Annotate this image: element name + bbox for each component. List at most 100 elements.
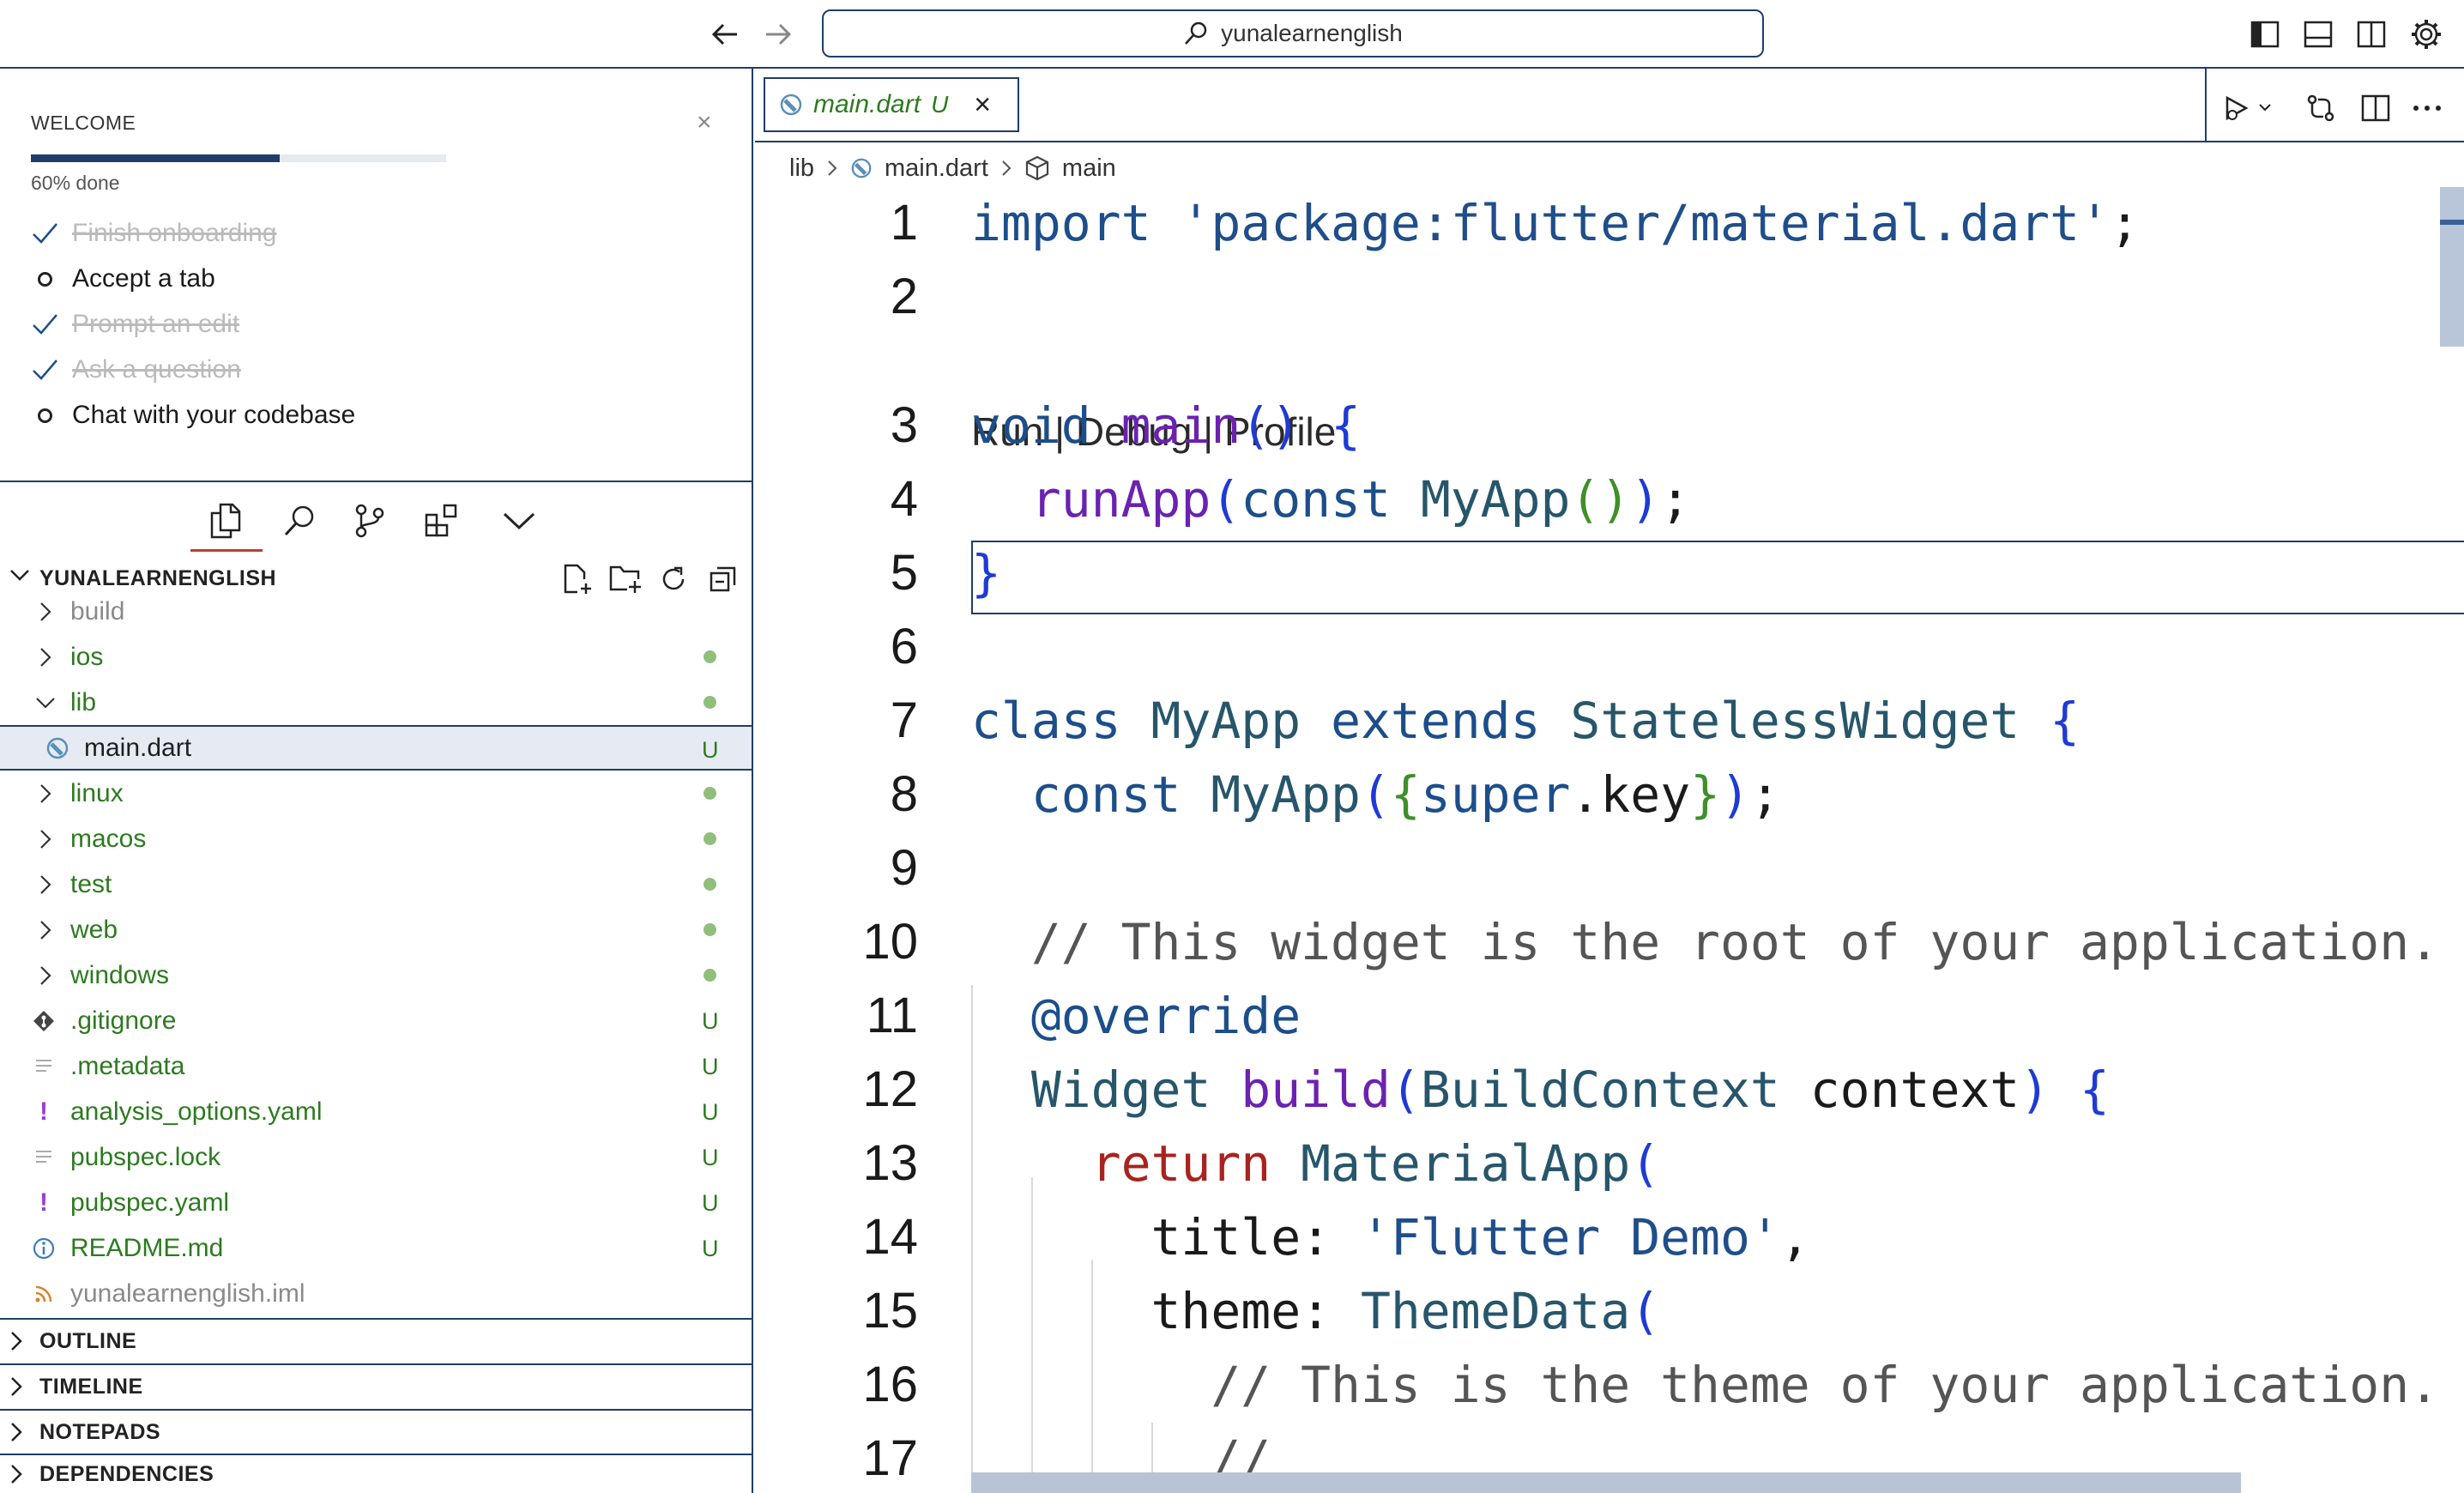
check-icon	[31, 356, 58, 384]
lines-file-icon	[31, 1054, 57, 1079]
task-label: Prompt an edit	[72, 310, 240, 338]
tree-item-label: README.md	[70, 1233, 224, 1262]
tree-item-linux[interactable]: linux	[0, 771, 752, 816]
task-label: Ask a question	[72, 355, 241, 384]
task-chat-codebase[interactable]: Chat with your codebase	[31, 398, 355, 432]
search-icon[interactable]	[278, 499, 321, 542]
tree-item-macos[interactable]: macos	[0, 816, 752, 861]
panel-notepads[interactable]: NOTEPADS	[0, 1409, 752, 1454]
tab-main-dart[interactable]: main.dart U ×	[764, 77, 1019, 132]
tree-item-pubspec-yaml[interactable]: ! pubspec.yaml U	[0, 1180, 752, 1225]
settings-gear-icon[interactable]	[2407, 15, 2445, 53]
arrow-left-icon[interactable]	[705, 15, 745, 53]
line-number: 6	[890, 619, 918, 674]
chevron-right-icon	[34, 919, 57, 941]
explorer-title: YUNALEARNENGLISH	[39, 566, 277, 590]
source-control-icon[interactable]	[348, 499, 391, 542]
tree-item--metadata[interactable]: .metadata U	[0, 1043, 752, 1089]
tree-item-windows[interactable]: windows	[0, 952, 752, 998]
code-line: }	[971, 544, 1001, 602]
git-modified-dot	[704, 696, 716, 709]
code-line: title: 'Flutter Demo',	[1150, 1208, 1810, 1266]
scrollbar-thumb[interactable]	[2440, 187, 2464, 347]
tree-item-test[interactable]: test	[0, 861, 752, 907]
toggle-secondary-sidebar-icon[interactable]	[2352, 15, 2390, 53]
code-line: // This widget is the root of your appli…	[971, 913, 2440, 971]
file-tree: build ios lib main.dart Ulinux macos test web wi…	[0, 589, 752, 1361]
split-editor-icon[interactable]	[2356, 89, 2395, 127]
extensions-icon[interactable]	[420, 499, 463, 542]
toggle-panel-icon[interactable]	[2299, 15, 2337, 53]
chevron-right-icon	[34, 964, 57, 987]
tree-item-yunalearnenglish-iml[interactable]: yunalearnenglish.iml	[0, 1271, 752, 1316]
line-number: 2	[890, 269, 918, 324]
tree-item-label: pubspec.yaml	[70, 1188, 230, 1217]
git-modified-dot	[704, 650, 716, 663]
panel-title: DEPENDENCIES	[39, 1461, 214, 1486]
git-modified-dot	[704, 787, 716, 800]
git-modified-dot	[704, 878, 716, 891]
code-editor[interactable]: Run | Debug | Profile 1 import 'package:f…	[755, 187, 2464, 1493]
breadcrumb-item[interactable]: main.dart	[885, 154, 988, 183]
files-icon[interactable]	[204, 499, 247, 542]
tree-item-analysis-options-yaml[interactable]: ! analysis_options.yaml U	[0, 1089, 752, 1134]
tree-item-web[interactable]: web	[0, 907, 752, 952]
tree-item-pubspec-lock[interactable]: pubspec.lock U	[0, 1134, 752, 1180]
current-line-highlight	[971, 541, 2464, 614]
rss-file-icon	[31, 1281, 57, 1307]
line-number: 11	[866, 988, 918, 1043]
tree-item-ios[interactable]: ios	[0, 634, 752, 680]
chevron-right-icon	[34, 783, 57, 805]
task-accept-tab[interactable]: Accept a tab	[31, 262, 215, 296]
close-icon[interactable]: ×	[974, 88, 991, 122]
close-icon[interactable]: ×	[697, 110, 712, 136]
panel-dependencies[interactable]: DEPENDENCIES	[0, 1454, 752, 1493]
git-untracked-badge: U	[702, 1190, 719, 1216]
command-center-search[interactable]: yunalearnenglish	[822, 9, 1764, 57]
tree-item--gitignore[interactable]: .gitignore U	[0, 998, 752, 1043]
yaml-file-icon: !	[39, 1188, 48, 1217]
git-untracked-badge: U	[702, 1236, 719, 1261]
panel-outline[interactable]: OUTLINE	[0, 1318, 752, 1363]
onboarding-progress-bar	[31, 154, 446, 162]
line-number: 17	[862, 1430, 918, 1486]
breadcrumb-item[interactable]: lib	[789, 154, 814, 183]
tree-item-main-dart[interactable]: main.dart U	[0, 725, 752, 771]
more-actions-icon[interactable]	[2407, 89, 2447, 127]
dart-file-icon	[850, 157, 873, 179]
toggle-sidebar-icon[interactable]	[2246, 15, 2284, 53]
sidebar: WELCOME × 60% done Finish onboarding Acc…	[0, 69, 753, 1493]
scrollbar-cursor-marker	[2440, 220, 2464, 225]
git-untracked-badge: U	[702, 1145, 719, 1170]
chevron-down-icon[interactable]	[498, 499, 541, 542]
tree-item-label: ios	[70, 642, 104, 671]
git-untracked-badge: U	[702, 1054, 719, 1079]
tree-item-readme-md[interactable]: README.md U	[0, 1225, 752, 1271]
tree-item-label: build	[70, 596, 125, 626]
activity-bar	[0, 482, 752, 554]
task-ask-question[interactable]: Ask a question	[31, 353, 241, 387]
git-modified-dot	[704, 923, 716, 936]
compare-changes-icon[interactable]	[2301, 89, 2340, 127]
breadcrumb-item[interactable]: main	[1062, 154, 1116, 183]
tree-item-lib[interactable]: lib	[0, 680, 752, 725]
symbol-method-icon	[1024, 155, 1050, 181]
line-number: 1	[890, 195, 918, 251]
code-line: runApp(const MyApp());	[1030, 470, 1691, 529]
circle-icon	[31, 402, 58, 429]
panel-timeline[interactable]: TIMELINE	[0, 1363, 752, 1408]
git-untracked-badge: U	[702, 737, 719, 763]
code-line: import 'package:flutter/material.dart';	[971, 194, 2140, 252]
lines-file-icon	[31, 1145, 57, 1170]
line-number: 13	[862, 1135, 918, 1191]
arrow-right-icon[interactable]	[758, 15, 798, 53]
tree-item-build[interactable]: build	[0, 589, 752, 634]
git-untracked-badge: U	[702, 1008, 719, 1034]
task-finish-onboarding[interactable]: Finish onboarding	[31, 216, 277, 251]
task-prompt-edit[interactable]: Prompt an edit	[31, 307, 239, 342]
line-number: 15	[862, 1283, 918, 1339]
check-icon	[31, 311, 58, 338]
tree-item-label: .gitignore	[70, 1006, 177, 1035]
run-debug-icon[interactable]	[2220, 89, 2275, 127]
task-label: Chat with your codebase	[72, 401, 356, 429]
